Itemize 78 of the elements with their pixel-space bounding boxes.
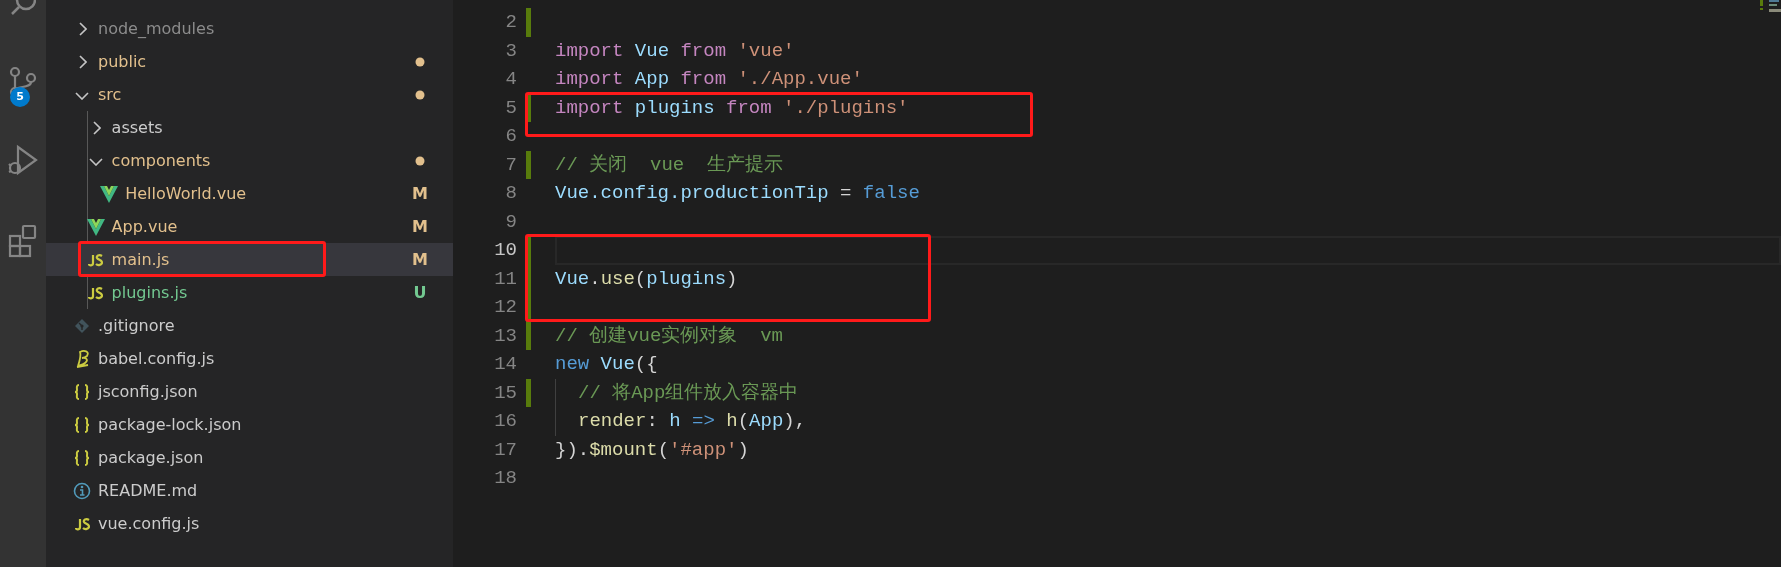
git-status: M [412, 248, 428, 271]
braces-icon [74, 416, 90, 433]
explorer-item[interactable]: babel.config.js [46, 342, 453, 375]
line-number: 9 [504, 209, 517, 235]
line-number: 12 [493, 295, 517, 320]
folder-name: components [111, 149, 212, 172]
code-comment: // 关闭 vue 生产提示 [555, 152, 784, 178]
line-number: 16 [493, 409, 517, 434]
explorer-item[interactable]: vue.config.js [46, 507, 453, 540]
line-number: 11 [493, 266, 517, 292]
folder-name: node_modules [98, 17, 216, 40]
line-number: 14 [493, 352, 517, 377]
line-number: 13 [493, 323, 517, 349]
file-name: jsconfig.json [98, 380, 199, 403]
diamond-icon [74, 317, 90, 334]
braces-icon [74, 383, 90, 400]
line-number: 17 [493, 437, 517, 463]
file-name: .gitignore [98, 314, 176, 337]
count-badge: 5 [10, 87, 30, 107]
line-number: 15 [493, 380, 517, 406]
explorer-item[interactable]: components [46, 144, 453, 177]
explorer-item[interactable]: plugins.js U [46, 276, 453, 309]
code-line: render: h => h(App), [577, 409, 807, 434]
js-icon [88, 252, 104, 267]
explorer-item[interactable]: main.js M [46, 243, 453, 276]
code-comment: // 创建vue实例对象 vm [555, 323, 784, 349]
line-number: 10 [493, 238, 517, 263]
line-number: 4 [504, 67, 517, 92]
vue-logo-icon [86, 217, 105, 236]
line-number: 5 [504, 95, 517, 121]
explorer-item[interactable]: .gitignore [46, 309, 453, 342]
code-line: Vue.use(plugins) [555, 266, 738, 292]
code-line: import App from './App.vue' [555, 67, 863, 92]
explorer-item[interactable]: HelloWorld.vue M [46, 177, 453, 210]
code-line: new Vue({ [555, 352, 658, 377]
git-status: U [413, 281, 427, 304]
file-name: README.md [98, 479, 199, 502]
file-name: babel.config.js [98, 347, 216, 370]
file-name: App.vue [111, 215, 179, 238]
info-icon [73, 481, 91, 500]
explorer-item[interactable]: jsconfig.json [46, 375, 453, 408]
line-number: 7 [504, 152, 517, 178]
file-name: plugins.js [111, 281, 189, 304]
code-comment: // 将App组件放入容器中 [577, 380, 799, 406]
vue-logo-icon [100, 184, 119, 203]
minimap-drawing [1760, 0, 1781, 13]
explorer-item[interactable]: README.md [46, 474, 453, 507]
folder-name: public [98, 50, 148, 73]
code-line: import plugins from './plugins' [555, 95, 909, 121]
code-line: }).$mount('#app') [555, 437, 749, 463]
git-status: M [412, 182, 428, 205]
file-name: package.json [98, 446, 205, 469]
extensions-icon[interactable] [8, 224, 38, 258]
line-number: 8 [504, 181, 517, 206]
explorer-item[interactable]: assets [46, 111, 453, 144]
js-icon [74, 516, 90, 531]
file-name: HelloWorld.vue [125, 182, 248, 205]
folder-name: assets [111, 116, 164, 139]
line-number: 3 [504, 38, 517, 64]
code-line: import Vue from 'vue' [555, 38, 795, 64]
line-number: 18 [493, 466, 517, 491]
explorer-item[interactable]: package.json [46, 441, 453, 474]
folder-name: src [98, 83, 123, 106]
explorer-item[interactable]: public [46, 45, 453, 78]
file-name: package-lock.json [98, 413, 243, 436]
file-name: vue.config.js [98, 512, 201, 535]
run-debug-icon[interactable] [8, 144, 38, 176]
explorer-item[interactable]: App.vue M [46, 210, 453, 243]
git-status: M [412, 215, 428, 238]
file-name: main.js [111, 248, 171, 271]
code-line: Vue.config.productionTip = false [555, 181, 920, 206]
line-number: 2 [504, 10, 517, 35]
explorer-item[interactable]: package-lock.json [46, 408, 453, 441]
line-number: 6 [504, 124, 517, 149]
explorer-item[interactable]: src [46, 78, 453, 111]
js-icon [88, 285, 104, 300]
explorer-item[interactable]: node_modules [46, 12, 453, 45]
braces-icon [74, 449, 90, 466]
